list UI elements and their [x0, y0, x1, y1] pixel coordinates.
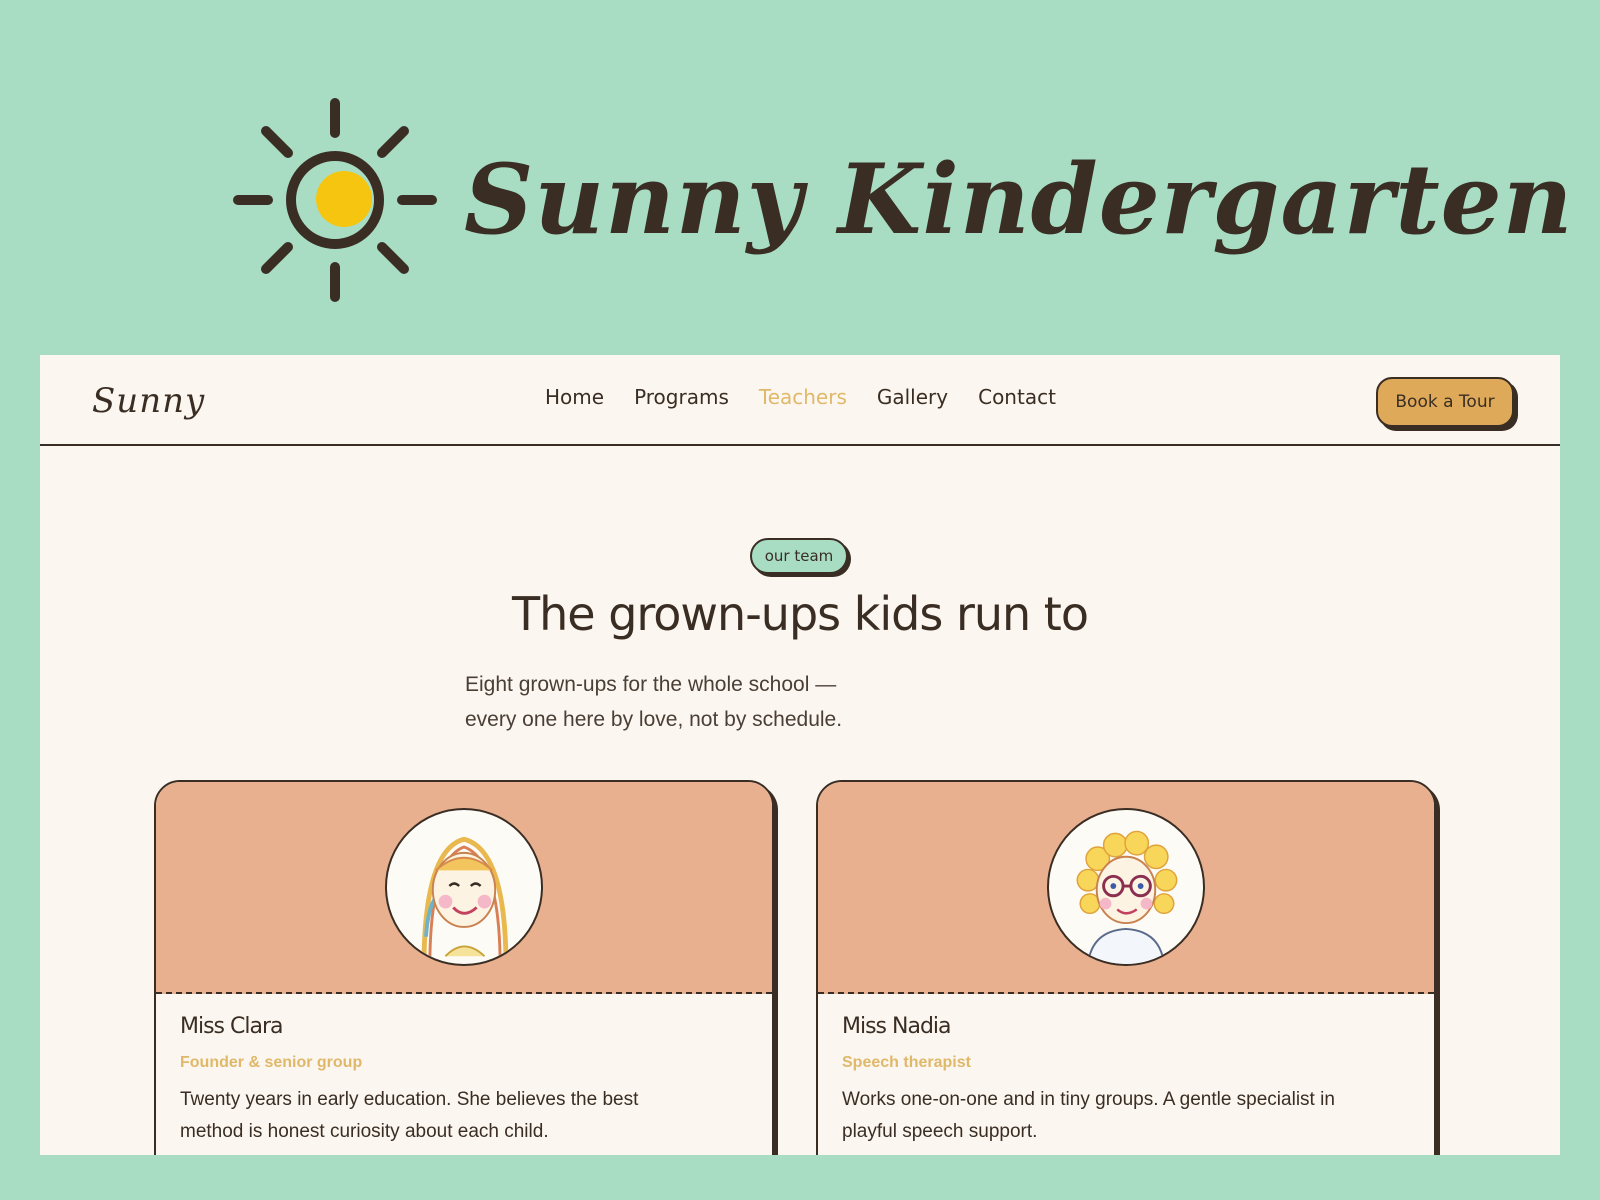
teacher-description-line: playful speech support.	[842, 1121, 1038, 1142]
nav-links: Home Programs Teachers Gallery Contact	[545, 385, 1056, 409]
nav-link-programs[interactable]: Programs	[634, 385, 729, 409]
card-header	[156, 782, 772, 994]
nav-link-teachers[interactable]: Teachers	[759, 385, 847, 409]
subtitle-line-2: every one here by love, not by schedule.	[465, 708, 843, 731]
top-nav: Sunny Home Programs Teachers Gallery Con…	[40, 355, 1560, 446]
brand-title: Sunny Kindergarten	[464, 143, 1574, 256]
book-tour-button[interactable]: Book a Tour	[1376, 377, 1514, 427]
nav-link-home[interactable]: Home	[545, 385, 604, 409]
website-frame: Sunny Home Programs Teachers Gallery Con…	[40, 355, 1560, 1155]
brand-banner: Sunny Kindergarten	[230, 90, 1573, 310]
teacher-card[interactable]: Miss Nadia Speech therapist Works one-on…	[816, 780, 1436, 1155]
subtitle-line-1: Eight grown-ups for the whole school —	[465, 673, 837, 696]
section-badge: our team	[750, 538, 848, 574]
page-subtitle: Eight grown-ups for the whole school — e…	[465, 667, 925, 737]
teacher-description-line: method is honest curiosity about each ch…	[180, 1121, 549, 1142]
card-header	[818, 782, 1434, 994]
nav-link-contact[interactable]: Contact	[978, 385, 1056, 409]
nav-link-gallery[interactable]: Gallery	[877, 385, 948, 409]
teacher-role: Speech therapist	[842, 1054, 971, 1071]
girl-avatar-icon	[385, 808, 543, 966]
teacher-description-line: Twenty years in early education. She bel…	[180, 1089, 639, 1110]
nav-logo[interactable]: Sunny	[92, 381, 205, 421]
teacher-description-line: Works one-on-one and in tiny groups. A g…	[842, 1089, 1335, 1110]
curly-hair-glasses-avatar-icon	[1047, 808, 1205, 966]
teacher-description: Works one-on-one and in tiny groups. A g…	[842, 1084, 1402, 1148]
page-title: The grown-ups kids run to	[512, 587, 1089, 641]
teacher-card[interactable]: Miss Clara Founder & senior group Twenty…	[154, 780, 774, 1155]
teacher-name: Miss Clara	[180, 1014, 283, 1039]
teacher-name: Miss Nadia	[842, 1014, 952, 1039]
teacher-description: Twenty years in early education. She bel…	[180, 1084, 740, 1148]
teacher-role: Founder & senior group	[180, 1054, 363, 1071]
sun-icon	[233, 98, 437, 302]
